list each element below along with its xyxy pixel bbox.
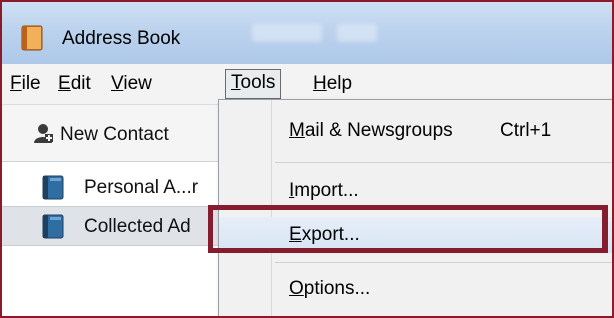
menu-help[interactable]: Help	[313, 73, 352, 95]
directory-label: Personal A...r	[84, 177, 199, 198]
address-book-icon	[42, 175, 64, 200]
address-book-window: Address Book File Edit View Tools Help N…	[0, 0, 614, 318]
blurred-title-decoration	[337, 24, 377, 42]
directory-label: Collected Ad	[84, 216, 191, 237]
menu-view[interactable]: View	[111, 73, 152, 95]
address-book-app-icon	[21, 25, 43, 51]
menu-separator	[275, 162, 612, 163]
title-bar: Address Book	[2, 2, 612, 64]
menu-file[interactable]: File	[10, 73, 41, 95]
directory-item-collected[interactable]: Collected Ad	[2, 206, 242, 246]
new-contact-label: New Contact	[60, 124, 169, 145]
menu-item-import[interactable]: Import...	[289, 180, 359, 202]
address-book-icon	[42, 214, 64, 239]
menu-edit[interactable]: Edit	[58, 73, 91, 95]
window-title: Address Book	[62, 28, 181, 49]
export-highlight-box	[208, 205, 608, 253]
menu-separator	[275, 262, 612, 263]
menu-shortcut: Ctrl+1	[500, 120, 552, 141]
menu-tools[interactable]: Tools	[225, 69, 282, 99]
menu-item-options[interactable]: Options...	[289, 278, 370, 300]
blurred-title-decoration	[252, 24, 322, 42]
menu-item-mail-newsgroups[interactable]: Mail & Newsgroups	[289, 120, 453, 142]
new-contact-icon	[34, 124, 53, 143]
directory-item-personal[interactable]: Personal A...r	[2, 168, 242, 206]
